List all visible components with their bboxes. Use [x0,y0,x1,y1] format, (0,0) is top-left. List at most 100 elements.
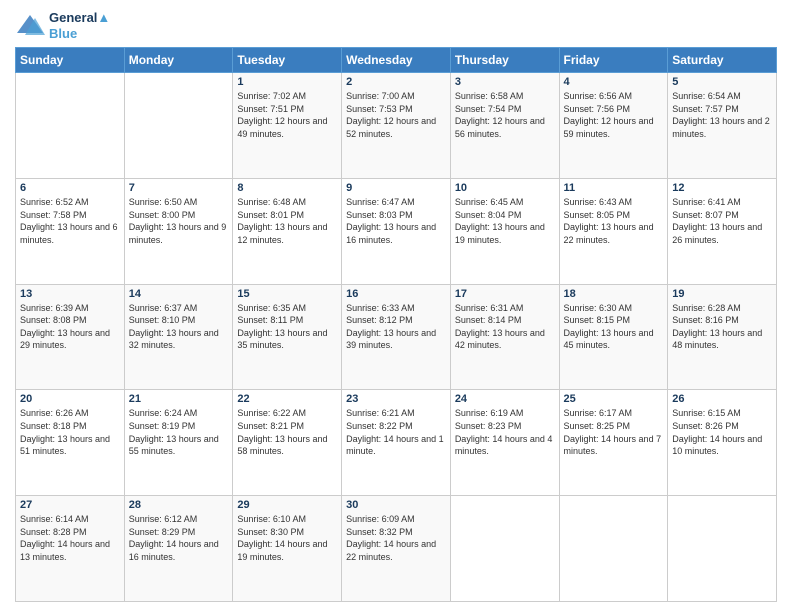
calendar-table: SundayMondayTuesdayWednesdayThursdayFrid… [15,47,777,602]
calendar-cell: 22Sunrise: 6:22 AM Sunset: 8:21 PM Dayli… [233,390,342,496]
calendar-cell: 10 Sunrise: 6:45 AM Sunset: 8:04 PM Dayli… [450,178,559,284]
calendar-cell: 11 Sunrise: 6:43 AM Sunset: 8:05 PM Dayli… [559,178,668,284]
calendar-cell: 1 Sunrise: 7:02 AM Sunset: 7:51 PM Daylig… [233,73,342,179]
day-number: 25 [564,393,664,405]
calendar-cell: 19 Sunrise: 6:28 AM Sunset: 8:16 PM Dayli… [668,284,777,390]
calendar-cell [559,496,668,602]
calendar-cell: 7 Sunrise: 6:50 AM Sunset: 8:00 PM Daylig… [124,178,233,284]
day-info: Sunrise: 6:31 AM Sunset: 8:14 PM Dayligh… [455,302,555,352]
day-info: Sunrise: 6:48 AM Sunset: 8:01 PM Dayligh… [237,196,337,246]
day-info: Sunrise: 6:33 AM Sunset: 8:12 PM Dayligh… [346,302,446,352]
day-number: 18 [564,288,664,300]
calendar-cell: 29Sunrise: 6:10 AM Sunset: 8:30 PM Dayli… [233,496,342,602]
calendar-cell: 14Sunrise: 6:37 AM Sunset: 8:10 PM Dayli… [124,284,233,390]
calendar-cell: 8 Sunrise: 6:48 AM Sunset: 8:01 PM Daylig… [233,178,342,284]
calendar-cell: 12Sunrise: 6:41 AM Sunset: 8:07 PM Dayli… [668,178,777,284]
calendar-cell: 28Sunrise: 6:12 AM Sunset: 8:29 PM Dayli… [124,496,233,602]
day-number: 10 [455,182,555,194]
day-number: 4 [564,76,664,88]
day-number: 23 [346,393,446,405]
logo: General▲ Blue [15,10,110,41]
day-info: Sunrise: 6:58 AM Sunset: 7:54 PM Dayligh… [455,90,555,140]
day-info: Sunrise: 6:45 AM Sunset: 8:04 PM Dayligh… [455,196,555,246]
calendar-week-2: 6 Sunrise: 6:52 AM Sunset: 7:58 PM Daylig… [16,178,777,284]
calendar-cell: 26 Sunrise: 6:15 AM Sunset: 8:26 PM Dayli… [668,390,777,496]
calendar-cell: 18 Sunrise: 6:30 AM Sunset: 8:15 PM Dayli… [559,284,668,390]
day-number: 6 [20,182,120,194]
day-info: Sunrise: 7:02 AM Sunset: 7:51 PM Dayligh… [237,90,337,140]
day-number: 2 [346,76,446,88]
day-number: 19 [672,288,772,300]
header: General▲ Blue [15,10,777,41]
day-info: Sunrise: 6:52 AM Sunset: 7:58 PM Dayligh… [20,196,120,246]
calendar-week-5: 27Sunrise: 6:14 AM Sunset: 8:28 PM Dayli… [16,496,777,602]
calendar-cell [124,73,233,179]
day-number: 22 [237,393,337,405]
day-info: Sunrise: 6:24 AM Sunset: 8:19 PM Dayligh… [129,407,229,457]
day-number: 1 [237,76,337,88]
day-number: 17 [455,288,555,300]
day-info: Sunrise: 6:30 AM Sunset: 8:15 PM Dayligh… [564,302,664,352]
day-number: 20 [20,393,120,405]
calendar-cell: 27Sunrise: 6:14 AM Sunset: 8:28 PM Dayli… [16,496,125,602]
day-number: 26 [672,393,772,405]
day-info: Sunrise: 6:28 AM Sunset: 8:16 PM Dayligh… [672,302,772,352]
calendar-cell: 9 Sunrise: 6:47 AM Sunset: 8:03 PM Daylig… [342,178,451,284]
day-info: Sunrise: 6:26 AM Sunset: 8:18 PM Dayligh… [20,407,120,457]
day-number: 8 [237,182,337,194]
calendar-cell [668,496,777,602]
calendar-cell: 25 Sunrise: 6:17 AM Sunset: 8:25 PM Dayli… [559,390,668,496]
calendar-body: 1 Sunrise: 7:02 AM Sunset: 7:51 PM Daylig… [16,73,777,602]
day-info: Sunrise: 6:39 AM Sunset: 8:08 PM Dayligh… [20,302,120,352]
day-number: 11 [564,182,664,194]
day-info: Sunrise: 6:15 AM Sunset: 8:26 PM Dayligh… [672,407,772,457]
day-header-saturday: Saturday [668,48,777,73]
day-info: Sunrise: 6:56 AM Sunset: 7:56 PM Dayligh… [564,90,664,140]
calendar-cell: 5Sunrise: 6:54 AM Sunset: 7:57 PM Daylig… [668,73,777,179]
calendar-cell: 3 Sunrise: 6:58 AM Sunset: 7:54 PM Daylig… [450,73,559,179]
day-info: Sunrise: 6:21 AM Sunset: 8:22 PM Dayligh… [346,407,446,457]
page: General▲ Blue SundayMondayTuesdayWednesd… [0,0,792,612]
calendar-cell: 4 Sunrise: 6:56 AM Sunset: 7:56 PM Daylig… [559,73,668,179]
day-number: 7 [129,182,229,194]
day-info: Sunrise: 6:43 AM Sunset: 8:05 PM Dayligh… [564,196,664,246]
day-info: Sunrise: 6:19 AM Sunset: 8:23 PM Dayligh… [455,407,555,457]
day-number: 16 [346,288,446,300]
day-header-thursday: Thursday [450,48,559,73]
calendar-cell: 17 Sunrise: 6:31 AM Sunset: 8:14 PM Dayli… [450,284,559,390]
day-info: Sunrise: 7:00 AM Sunset: 7:53 PM Dayligh… [346,90,446,140]
calendar-cell: 13 Sunrise: 6:39 AM Sunset: 8:08 PM Dayli… [16,284,125,390]
calendar-header-row: SundayMondayTuesdayWednesdayThursdayFrid… [16,48,777,73]
calendar-cell: 16 Sunrise: 6:33 AM Sunset: 8:12 PM Dayli… [342,284,451,390]
day-info: Sunrise: 6:10 AM Sunset: 8:30 PM Dayligh… [237,513,337,563]
logo-text: General▲ Blue [49,10,110,41]
logo-icon [15,13,45,38]
calendar-cell: 2 Sunrise: 7:00 AM Sunset: 7:53 PM Daylig… [342,73,451,179]
day-info: Sunrise: 6:35 AM Sunset: 8:11 PM Dayligh… [237,302,337,352]
day-number: 5 [672,76,772,88]
day-number: 14 [129,288,229,300]
day-info: Sunrise: 6:14 AM Sunset: 8:28 PM Dayligh… [20,513,120,563]
day-number: 13 [20,288,120,300]
calendar-week-4: 20 Sunrise: 6:26 AM Sunset: 8:18 PM Dayli… [16,390,777,496]
day-number: 12 [672,182,772,194]
day-info: Sunrise: 6:12 AM Sunset: 8:29 PM Dayligh… [129,513,229,563]
day-info: Sunrise: 6:09 AM Sunset: 8:32 PM Dayligh… [346,513,446,563]
calendar-cell [16,73,125,179]
calendar-cell: 20 Sunrise: 6:26 AM Sunset: 8:18 PM Dayli… [16,390,125,496]
day-number: 9 [346,182,446,194]
calendar-cell: 6 Sunrise: 6:52 AM Sunset: 7:58 PM Daylig… [16,178,125,284]
day-number: 21 [129,393,229,405]
day-header-tuesday: Tuesday [233,48,342,73]
day-info: Sunrise: 6:17 AM Sunset: 8:25 PM Dayligh… [564,407,664,457]
day-header-wednesday: Wednesday [342,48,451,73]
day-number: 15 [237,288,337,300]
day-info: Sunrise: 6:50 AM Sunset: 8:00 PM Dayligh… [129,196,229,246]
day-number: 3 [455,76,555,88]
calendar-cell: 24Sunrise: 6:19 AM Sunset: 8:23 PM Dayli… [450,390,559,496]
calendar-cell: 21 Sunrise: 6:24 AM Sunset: 8:19 PM Dayli… [124,390,233,496]
calendar-week-1: 1 Sunrise: 7:02 AM Sunset: 7:51 PM Daylig… [16,73,777,179]
day-number: 30 [346,499,446,511]
day-info: Sunrise: 6:47 AM Sunset: 8:03 PM Dayligh… [346,196,446,246]
calendar-week-3: 13 Sunrise: 6:39 AM Sunset: 8:08 PM Dayli… [16,284,777,390]
